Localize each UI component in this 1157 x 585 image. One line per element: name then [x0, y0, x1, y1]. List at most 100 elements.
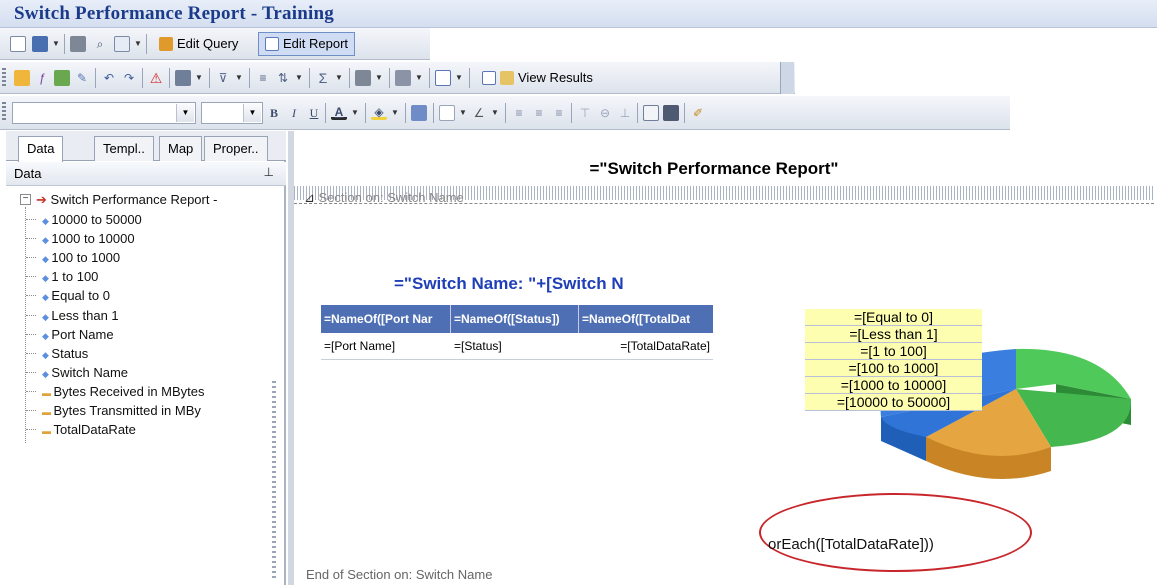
save-dropdown-icon[interactable]: ▼: [52, 39, 60, 48]
font-color-icon[interactable]: A: [331, 104, 347, 120]
insert-table-icon[interactable]: [14, 70, 30, 86]
tree-item[interactable]: ◆ 1 to 100: [42, 267, 98, 286]
font-family-select[interactable]: ▼: [12, 102, 196, 124]
border-style-icon[interactable]: [411, 105, 427, 121]
underline-icon[interactable]: U: [306, 105, 322, 121]
tracking-dropdown-icon[interactable]: ▼: [455, 73, 463, 82]
filter-dropdown-icon[interactable]: ▼: [235, 73, 243, 82]
edit-query-button[interactable]: Edit Query: [152, 32, 245, 56]
tree-root[interactable]: ➔ Switch Performance Report -: [36, 190, 217, 209]
line-color-icon[interactable]: ∠: [471, 105, 487, 121]
legend-item[interactable]: =[Equal to 0]: [805, 309, 982, 326]
font-size-select[interactable]: ▼: [201, 102, 263, 124]
tab-properties[interactable]: Proper..: [204, 136, 268, 161]
save-icon[interactable]: [32, 36, 48, 52]
font-color-dropdown-icon[interactable]: ▼: [351, 108, 359, 117]
report-table[interactable]: =NameOf([Port Nar =NameOf([Status]) =Nam…: [321, 305, 713, 360]
sum-dropdown-icon[interactable]: ▼: [335, 73, 343, 82]
align-right-icon[interactable]: ≡: [551, 105, 567, 121]
ranking-dropdown-icon[interactable]: ▼: [375, 73, 383, 82]
body-cell-total-data-rate[interactable]: =[TotalDataRate]: [579, 333, 713, 359]
sum-icon[interactable]: Σ: [315, 70, 331, 86]
tree-item[interactable]: ◆ 100 to 1000: [42, 248, 120, 267]
tree-item[interactable]: ◆ Port Name: [42, 325, 114, 344]
toolbar-overflow[interactable]: [780, 62, 794, 94]
italic-icon[interactable]: I: [286, 105, 302, 121]
legend-item[interactable]: =[Less than 1]: [805, 326, 982, 343]
new-document-icon[interactable]: [10, 36, 26, 52]
edit-report-button[interactable]: Edit Report: [258, 32, 356, 56]
alerter-dropdown-icon[interactable]: ▼: [415, 73, 423, 82]
align-dropdown-icon[interactable]: ▼: [195, 73, 203, 82]
body-cell-port-name[interactable]: =[Port Name]: [321, 333, 451, 359]
wrap-text-icon[interactable]: [643, 105, 659, 121]
fill-color-icon[interactable]: ◈: [371, 104, 387, 120]
panel-splitter[interactable]: [272, 381, 276, 581]
alerter-icon[interactable]: [395, 70, 411, 86]
report-title-cell[interactable]: ="Switch Performance Report": [294, 159, 1134, 179]
redo-icon[interactable]: ↷: [121, 70, 137, 86]
borders-icon[interactable]: [439, 105, 455, 121]
tab-map[interactable]: Map: [159, 136, 203, 161]
format-painter-icon[interactable]: ✎: [74, 70, 90, 86]
sort-dropdown-icon[interactable]: ▼: [295, 73, 303, 82]
chart-legend[interactable]: =[Equal to 0] =[Less than 1] =[1 to 100]…: [805, 309, 982, 411]
legend-item[interactable]: =[1 to 100]: [805, 343, 982, 360]
collapse-icon[interactable]: −: [20, 194, 31, 205]
pin-icon[interactable]: ⊥: [264, 165, 274, 179]
alert-icon[interactable]: ⚠: [148, 70, 164, 86]
tree-item[interactable]: ▬ Bytes Transmitted in MBy: [42, 401, 201, 420]
toolbar-grip[interactable]: [2, 68, 6, 88]
header-cell-port-name[interactable]: =NameOf([Port Nar: [321, 305, 451, 333]
tree-item[interactable]: ◆ Switch Name: [42, 363, 128, 382]
tree-item-label: Less than 1: [51, 307, 119, 323]
align-left-icon[interactable]: ≡: [511, 105, 527, 121]
fill-color-dropdown-icon[interactable]: ▼: [391, 108, 399, 117]
tree-item[interactable]: ◆ Status: [42, 344, 88, 363]
formula-icon[interactable]: ƒ: [34, 70, 50, 86]
header-cell-total-data-rate[interactable]: =NameOf([TotalDat: [579, 305, 713, 333]
merge-cells-icon[interactable]: [663, 105, 679, 121]
tab-data[interactable]: Data: [18, 136, 64, 162]
break-icon[interactable]: ≡: [255, 70, 271, 86]
font-size-dropdown-icon[interactable]: ▼: [243, 104, 261, 122]
sort-icon[interactable]: ⇅: [275, 70, 291, 86]
align-middle-icon[interactable]: ⊖: [597, 105, 613, 121]
tracking-icon[interactable]: [435, 70, 451, 86]
tree-item[interactable]: ◆ 10000 to 50000: [42, 210, 142, 229]
tree-item[interactable]: ▬ Bytes Received in MBytes: [42, 382, 205, 401]
page-view-icon[interactable]: [114, 36, 130, 52]
insert-cell-icon[interactable]: [54, 70, 70, 86]
tree-item[interactable]: ◆ Less than 1: [42, 306, 119, 325]
legend-item[interactable]: =[10000 to 50000]: [805, 394, 982, 411]
edit-query-label: Edit Query: [177, 36, 239, 51]
ranking-icon[interactable]: [355, 70, 371, 86]
undo-icon[interactable]: ↶: [101, 70, 117, 86]
borders-dropdown-icon[interactable]: ▼: [459, 108, 467, 117]
foreach-formula-cell[interactable]: orEach([TotalDataRate])): [768, 536, 934, 553]
body-cell-status[interactable]: =[Status]: [451, 333, 579, 359]
find-icon[interactable]: ⌕: [92, 36, 108, 52]
bold-icon[interactable]: B: [266, 105, 282, 121]
tree-item[interactable]: ◆ Equal to 0: [42, 286, 110, 305]
tree-item[interactable]: ◆ 1000 to 10000: [42, 229, 135, 248]
print-icon[interactable]: [70, 36, 86, 52]
line-color-dropdown-icon[interactable]: ▼: [491, 108, 499, 117]
align-center-icon[interactable]: ≡: [531, 105, 547, 121]
switch-name-cell[interactable]: ="Switch Name: "+[Switch N: [394, 274, 624, 294]
clear-format-icon[interactable]: ✐: [690, 105, 706, 121]
format-toolbar-grip[interactable]: [2, 102, 6, 122]
tree-item-label: Status: [51, 345, 89, 361]
align-top-icon[interactable]: ⊤: [577, 105, 593, 121]
legend-item[interactable]: =[100 to 1000]: [805, 360, 982, 377]
view-dropdown-icon[interactable]: ▼: [134, 39, 142, 48]
legend-item[interactable]: =[1000 to 10000]: [805, 377, 982, 394]
filter-icon[interactable]: ⊽: [215, 70, 231, 86]
align-bottom-icon[interactable]: ⊥: [617, 105, 633, 121]
font-family-dropdown-icon[interactable]: ▼: [176, 104, 194, 122]
header-cell-status[interactable]: =NameOf([Status]): [451, 305, 579, 333]
view-results-button[interactable]: View Results: [475, 66, 600, 90]
tab-templates[interactable]: Templ..: [94, 136, 154, 161]
tree-item[interactable]: ▬ TotalDataRate: [42, 420, 136, 439]
align-objects-icon[interactable]: [175, 70, 191, 86]
